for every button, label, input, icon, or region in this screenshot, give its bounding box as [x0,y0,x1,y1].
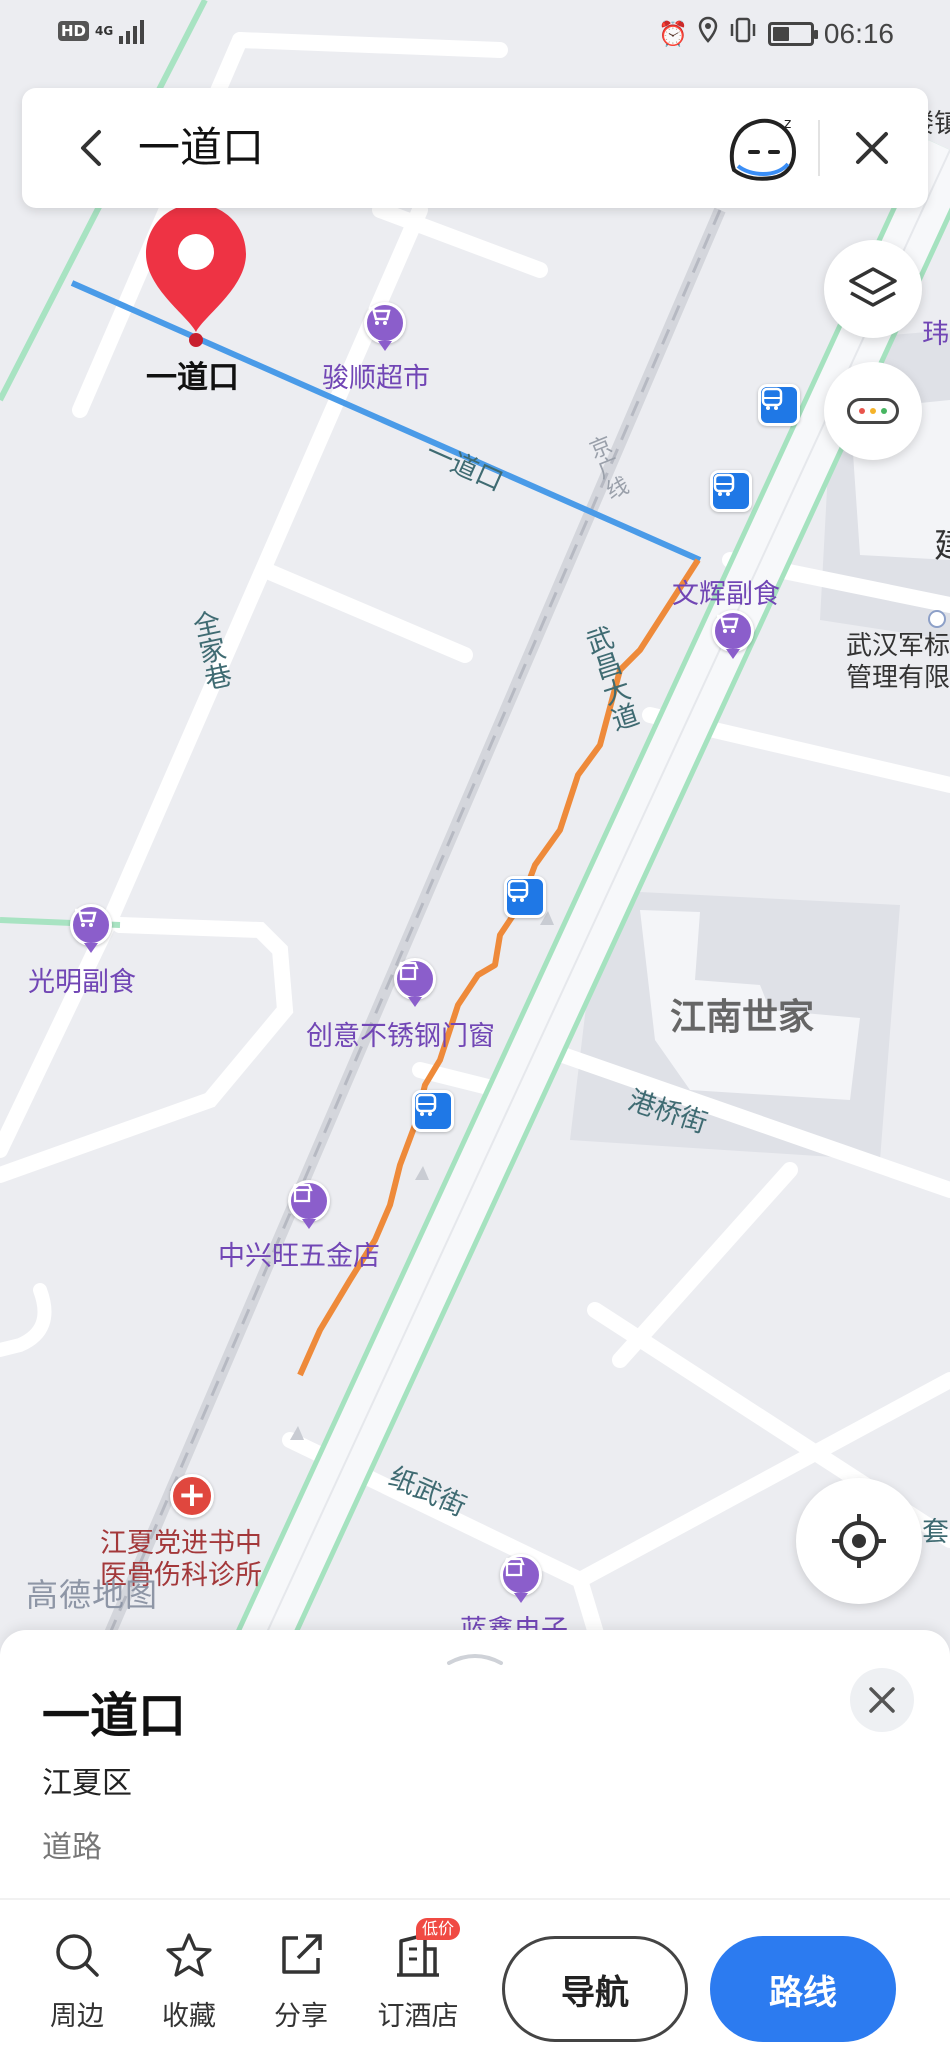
share-button[interactable]: 分享 [256,1920,346,2040]
low-price-badge: 低价 [416,1918,461,1940]
share-icon [282,1934,322,1974]
edge-label-jian: 建 [934,529,950,563]
bus-stop-icon[interactable] [758,384,800,426]
book-hotel-button[interactable]: 低价 订酒店 [368,1918,468,2040]
poi-label-guangming[interactable]: 光明副食 [28,960,136,999]
card-divider [0,1898,950,1900]
location-pin-icon[interactable] [142,200,250,350]
network-type: 4G [95,24,114,38]
close-icon [856,132,888,164]
layers-button[interactable] [824,240,922,338]
route-button[interactable]: 路线 [710,1936,896,2042]
hd-indicator: HD [58,21,90,41]
poi-label-zhongxingwang[interactable]: 中兴旺五金店 [218,1234,380,1273]
search-query[interactable]: 一道口 [138,118,264,178]
navigate-button[interactable]: 导航 [502,1936,688,2042]
favorite-label: 收藏 [162,2001,216,2032]
place-title: 一道口 [42,1688,187,1744]
book-hotel-label: 订酒店 [377,2001,459,2032]
close-card-button[interactable] [850,1668,914,1732]
signal-icon [119,18,145,44]
svg-text:z: z [784,116,791,132]
store-icon[interactable] [288,1180,330,1222]
nearby-button[interactable]: 周边 [32,1920,122,2040]
favorite-button[interactable]: 收藏 [144,1920,234,2040]
assistant-icon[interactable]: z [724,112,802,184]
bus-stop-icon[interactable] [412,1090,454,1132]
store-icon[interactable] [500,1554,542,1596]
clock: 06:16 [823,17,894,49]
status-bar: HD 4G ⏰ 06:16 [0,0,950,68]
locate-me-button[interactable] [796,1478,922,1604]
status-right: ⏰ 06:16 [658,16,894,51]
search-icon [56,1934,99,1977]
poi-label-wenhui[interactable]: 文辉副食 [672,572,780,611]
poi-label-military-2[interactable]: 管理有限 [846,662,950,694]
action-row: 周边 收藏 分享 低价 订酒店 导航 路线 [0,1918,950,2050]
more-tools-button[interactable] [824,362,922,460]
bus-stop-icon[interactable] [504,876,546,918]
vibrate-icon [728,16,758,51]
poi-label-chuangyi[interactable]: 创意不锈钢门窗 [306,1014,495,1053]
close-icon [869,1687,895,1713]
poi-dot[interactable] [928,610,946,628]
layers-icon [849,267,897,307]
share-label: 分享 [274,2001,328,2032]
place-type: 道路 [42,1830,102,1865]
search-bar[interactable]: 一道口 z [22,88,928,208]
battery-icon [767,21,818,46]
poi-label-clinic-1[interactable]: 江夏党进书中 [100,1528,262,1560]
store-icon[interactable] [394,958,436,1000]
status-left: HD 4G [58,18,145,44]
edge-label-tao: 套 [922,1517,949,1548]
star-icon [166,1933,212,1977]
edge-label-wei: 玮 [922,319,949,350]
shopping-cart-icon[interactable] [712,610,754,652]
pin-label: 一道口 [146,360,239,396]
poi-label-military-1[interactable]: 武汉军标 [846,630,950,662]
search-divider [818,120,820,176]
back-icon [81,130,101,166]
shopping-cart-icon[interactable] [70,904,112,946]
poi-label-junshun[interactable]: 骏顺超市 [322,356,430,395]
shopping-cart-icon[interactable] [364,302,406,344]
alarm-icon: ⏰ [658,19,688,48]
map-view[interactable]: 一道口 全家巷 武昌大道 京广线 港桥街 纸武街 骏顺超市 文辉副食 光明副食 … [0,0,950,1680]
place-district: 江夏区 [42,1766,132,1801]
location-icon [698,16,718,51]
back-button[interactable] [62,120,118,176]
bus-stop-icon[interactable] [710,470,752,512]
clear-search-button[interactable] [842,118,902,178]
place-label-jiangnan: 江南世家 [670,997,815,1038]
drag-handle-icon[interactable] [445,1650,505,1665]
hospital-icon[interactable]: + [170,1474,214,1518]
place-detail-card[interactable]: 一道口 江夏区 道路 周边 收藏 分享 低价 订酒店 导航 路线 [0,1630,950,2058]
nearby-label: 周边 [50,2001,104,2032]
map-watermark: 高德地图 [26,1576,159,1614]
crosshair-icon [832,1514,886,1568]
more-dots-icon [847,398,899,424]
